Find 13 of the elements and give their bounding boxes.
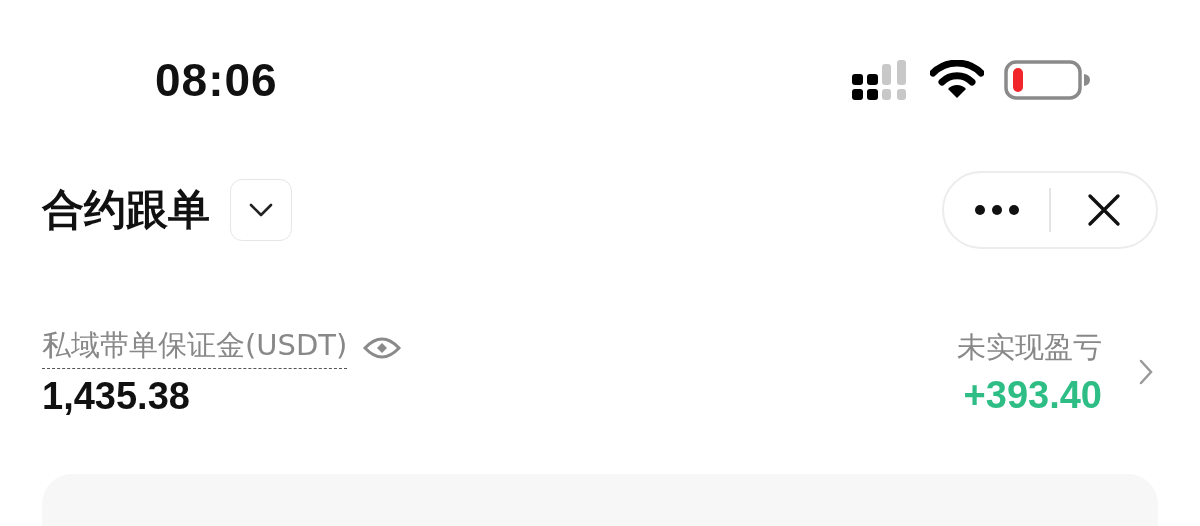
margin-value: 1,435.38 xyxy=(42,375,191,418)
margin-label: 私域带单保证金(USDT) xyxy=(42,326,348,369)
wifi-icon xyxy=(930,60,984,100)
page-title: 合约跟单 xyxy=(42,184,210,236)
pnl-label: 未实现盈亏 xyxy=(957,328,1102,366)
chevron-right-icon[interactable] xyxy=(1138,358,1154,386)
more-icon xyxy=(973,204,1020,216)
battery-icon xyxy=(1004,60,1092,100)
chevron-down-icon xyxy=(248,202,274,218)
dropdown-button[interactable] xyxy=(230,179,292,241)
status-time: 08:06 xyxy=(155,53,278,107)
pnl-value: +393.40 xyxy=(963,373,1102,417)
close-icon xyxy=(1086,193,1121,227)
